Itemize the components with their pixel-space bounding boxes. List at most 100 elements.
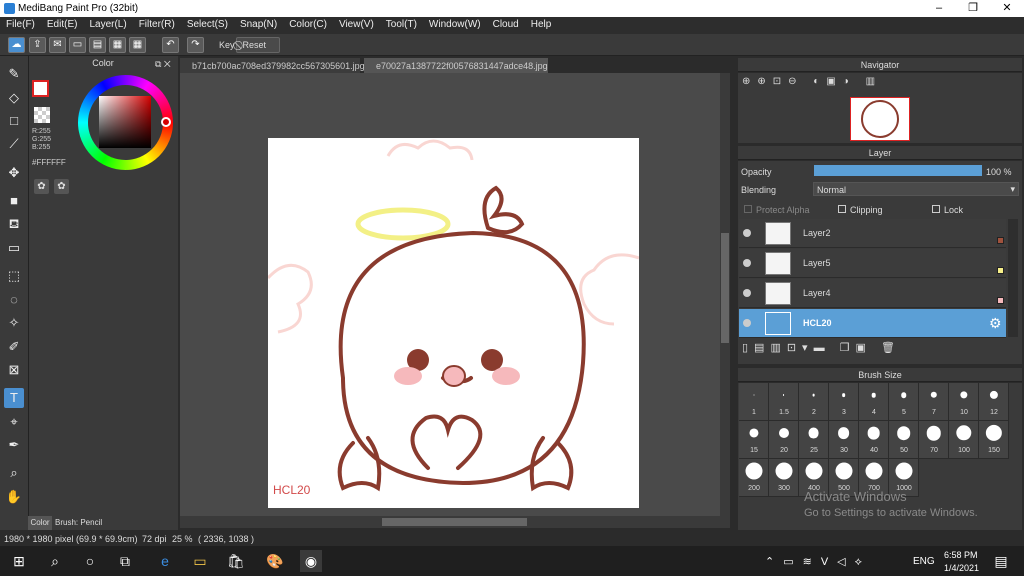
- comment-icon[interactable]: ✉: [49, 37, 66, 53]
- brush-size-cell[interactable]: 150: [979, 421, 1009, 459]
- search-icon[interactable]: ⌕: [44, 550, 66, 572]
- language-indicator[interactable]: ENG: [913, 556, 935, 567]
- cortana-icon[interactable]: ○: [79, 550, 101, 572]
- brush-size-cell[interactable]: 30: [829, 421, 859, 459]
- brush-size-cell[interactable]: 1.5: [769, 383, 799, 421]
- lock-checkbox[interactable]: [932, 205, 940, 213]
- brush-size-cell[interactable]: 70: [919, 421, 949, 459]
- eraser-tool-icon[interactable]: ◇: [4, 88, 24, 108]
- windows-start-icon[interactable]: ⊞: [8, 550, 30, 572]
- file-explorer-icon[interactable]: ▭: [189, 550, 211, 572]
- menu-edit[interactable]: Edit(E): [41, 17, 84, 34]
- brush-size-cell[interactable]: 2: [799, 383, 829, 421]
- brush-size-cell[interactable]: 5: [889, 383, 919, 421]
- visibility-eye-icon[interactable]: [743, 319, 751, 327]
- layer-actions-icons[interactable]: ▯▤▥⊡▾▬ ❐▣ 🗑: [742, 341, 901, 354]
- select-pen-icon[interactable]: ✐: [4, 337, 24, 357]
- protect-alpha-checkbox[interactable]: [744, 205, 752, 213]
- bucket-tool-icon[interactable]: ⛾: [4, 214, 24, 234]
- tab-document-1[interactable]: b71cb700ac708ed379982cc567305601.jpg: [180, 58, 365, 73]
- menu-help[interactable]: Help: [525, 17, 558, 34]
- visibility-eye-icon[interactable]: [743, 289, 751, 297]
- select-eraser-icon[interactable]: ⊠: [4, 360, 24, 380]
- horizontal-scrollbar[interactable]: [180, 516, 730, 528]
- text-tool-icon[interactable]: T: [4, 388, 24, 408]
- hand-tool-icon[interactable]: ✋: [4, 487, 24, 507]
- select-rect-icon[interactable]: ⬚: [4, 266, 24, 286]
- clock-time[interactable]: 6:58 PM: [944, 550, 978, 560]
- undo-icon[interactable]: ↶: [162, 37, 179, 53]
- tab-brush[interactable]: Brush: Pencil: [55, 516, 102, 530]
- brush-size-cell[interactable]: 1: [739, 383, 769, 421]
- palette-icon[interactable]: ✿: [34, 179, 49, 194]
- brush-size-cell[interactable]: 100: [949, 421, 979, 459]
- brush-size-cell[interactable]: 15: [739, 421, 769, 459]
- system-tray-icons[interactable]: ⌃▭≋V◁⟡: [765, 555, 871, 569]
- menu-layer[interactable]: Layer(L): [83, 17, 132, 34]
- vertical-scroll-thumb[interactable]: [721, 233, 729, 343]
- redo-icon[interactable]: ↷: [187, 37, 204, 53]
- grid-icon[interactable]: ▦: [109, 37, 126, 53]
- minimize-button[interactable]: –: [922, 0, 956, 17]
- menu-color[interactable]: Color(C): [283, 17, 333, 34]
- paint-app-icon[interactable]: 🎨: [264, 550, 286, 572]
- brush-size-cell[interactable]: 3: [829, 383, 859, 421]
- upload-icon[interactable]: ⇪: [29, 37, 46, 53]
- navigator-zoom-icons[interactable]: ⊕⊕⊡⊖ ◐▣◑ ▥: [742, 76, 882, 87]
- store-icon[interactable]: 🛍: [225, 550, 247, 572]
- menu-view[interactable]: View(V): [333, 17, 380, 34]
- fill-rect-tool-icon[interactable]: ■: [4, 191, 24, 211]
- menu-tool[interactable]: Tool(T): [380, 17, 423, 34]
- drawing-canvas[interactable]: HCL20: [268, 138, 639, 508]
- medibang-taskbar-icon[interactable]: ◉: [300, 550, 322, 572]
- brush-size-cell[interactable]: 50: [889, 421, 919, 459]
- opacity-slider[interactable]: [814, 165, 982, 176]
- menu-filter[interactable]: Filter(R): [133, 17, 181, 34]
- brush-size-cell[interactable]: 300: [769, 459, 799, 497]
- edge-icon[interactable]: e: [154, 550, 176, 572]
- brush-size-cell[interactable]: 200: [739, 459, 769, 497]
- brush-tool-icon[interactable]: ✎: [4, 64, 24, 84]
- brush-size-cell[interactable]: 40: [859, 421, 889, 459]
- reset-button[interactable]: ⃠ Reset: [236, 37, 280, 53]
- saturation-square[interactable]: [99, 96, 151, 148]
- hue-handle[interactable]: [161, 117, 171, 127]
- menu-cloud[interactable]: Cloud: [487, 17, 525, 34]
- shape-tool-icon[interactable]: □: [4, 111, 24, 131]
- brush-size-cell[interactable]: 25: [799, 421, 829, 459]
- menu-select[interactable]: Select(S): [181, 17, 234, 34]
- blending-select[interactable]: Normal ▾: [813, 182, 1019, 196]
- brush-size-cell[interactable]: 12: [979, 383, 1009, 421]
- move-tool-icon[interactable]: ✥: [4, 163, 24, 183]
- magic-wand-icon[interactable]: ✧: [4, 313, 24, 333]
- menu-snap[interactable]: Snap(N): [234, 17, 283, 34]
- navigator-preview[interactable]: [850, 97, 910, 141]
- palette-add-icon[interactable]: ✿: [54, 179, 69, 194]
- task-view-icon[interactable]: ⧉: [114, 550, 136, 572]
- chat-icon[interactable]: ▭: [69, 37, 86, 53]
- layer-row[interactable]: HCL20 ⚙: [739, 309, 1006, 338]
- document-icon[interactable]: ▤: [89, 37, 106, 53]
- tab-color[interactable]: Color: [28, 516, 52, 530]
- divide-tool-icon[interactable]: ✒: [4, 435, 24, 455]
- foreground-color-swatch[interactable]: [32, 80, 49, 97]
- brush-size-cell[interactable]: 20: [769, 421, 799, 459]
- menu-file[interactable]: File(F): [0, 17, 41, 34]
- close-button[interactable]: ✕: [990, 0, 1024, 17]
- eyedropper-icon[interactable]: ⌕: [4, 463, 24, 483]
- brush-size-cell[interactable]: 10: [949, 383, 979, 421]
- vertical-scrollbar[interactable]: [720, 73, 730, 516]
- gradient-tool-icon[interactable]: ▭: [4, 238, 24, 258]
- visibility-eye-icon[interactable]: [743, 229, 751, 237]
- cloud-icon[interactable]: ☁: [8, 37, 25, 53]
- clipping-checkbox[interactable]: [838, 205, 846, 213]
- layer-row[interactable]: Layer5: [739, 249, 1006, 278]
- tiles-icon[interactable]: ▦: [129, 37, 146, 53]
- transparent-swatch[interactable]: [34, 107, 50, 123]
- operation-tool-icon[interactable]: ⌖: [4, 412, 24, 432]
- panel-expand-icon[interactable]: ⧉ ✕: [155, 59, 171, 70]
- brush-size-cell[interactable]: 7: [919, 383, 949, 421]
- menu-window[interactable]: Window(W): [423, 17, 487, 34]
- lasso-icon[interactable]: ◌: [4, 290, 24, 310]
- notification-icon[interactable]: ▤: [990, 550, 1012, 572]
